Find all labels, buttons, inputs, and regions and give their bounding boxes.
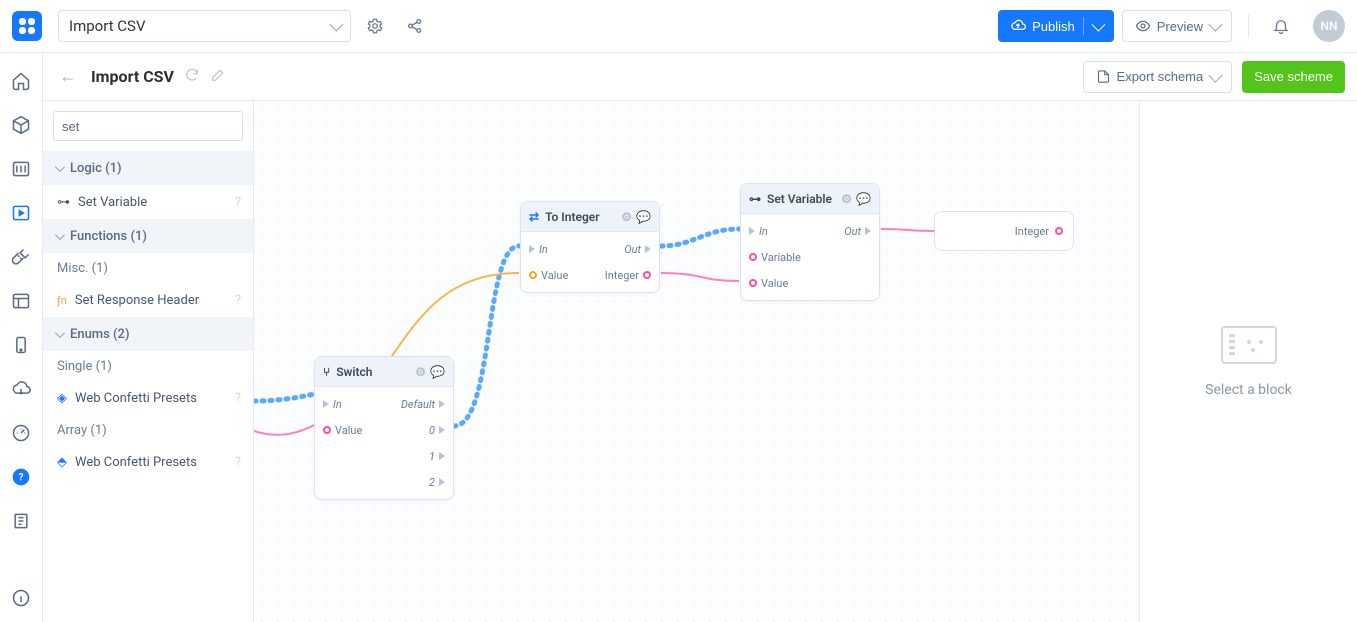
node-comment-icon[interactable]: 💬 (856, 192, 871, 206)
publish-button[interactable]: Publish (998, 10, 1114, 42)
diamond-icon: ◈ (57, 391, 67, 406)
help-icon: ? (235, 293, 241, 308)
node-title: Set Variable (767, 192, 832, 206)
block-palette: Logic (1) ⊶Set Variable ? Functions (1) … (43, 101, 254, 622)
help-icon: ? (235, 391, 241, 406)
node-settings-icon[interactable]: ⚙ (415, 365, 426, 379)
rail-layout-icon[interactable] (9, 289, 33, 313)
nav-rail: ? (0, 53, 43, 622)
palette-item-confetti-single[interactable]: ◈Web Confetti Presets ? (43, 381, 253, 415)
project-name: Import CSV (69, 17, 146, 35)
link-icon: ⊶ (57, 195, 70, 210)
sync-icon[interactable] (184, 67, 200, 87)
inspector-panel: Select a block (1139, 101, 1357, 622)
inspector-placeholder-text: Select a block (1205, 382, 1292, 398)
topbar: Import CSV Publish Preview NN (0, 0, 1357, 53)
rail-info-icon[interactable] (9, 586, 33, 610)
page-title: Import CSV (91, 67, 174, 86)
palette-item-set-response-header[interactable]: ƒnSet Response Header ? (43, 283, 253, 317)
convert-icon: ⇄ (529, 210, 539, 224)
back-button[interactable]: ← (55, 66, 81, 87)
rail-play-icon[interactable] (9, 201, 33, 225)
svg-text:?: ? (19, 472, 24, 483)
diamond-multi-icon: ⬘ (57, 455, 67, 470)
save-scheme-button[interactable]: Save scheme (1242, 61, 1345, 93)
palette-category-functions[interactable]: Functions (1) (43, 219, 253, 253)
settings-icon[interactable] (359, 10, 391, 42)
help-icon: ? (235, 455, 241, 470)
fn-icon: ƒn (57, 294, 67, 307)
share-icon[interactable] (399, 10, 431, 42)
palette-category-logic[interactable]: Logic (1) (43, 151, 253, 185)
publish-label: Publish (1032, 19, 1075, 34)
rail-book-icon[interactable] (9, 509, 33, 533)
node-title: To Integer (545, 210, 599, 224)
palette-subcat-array[interactable]: Array (1) (43, 415, 253, 445)
rail-cloud-icon[interactable] (9, 377, 33, 401)
page-header: ← Import CSV Export schema Save scheme (43, 53, 1357, 101)
rail-mobile-icon[interactable] (9, 333, 33, 357)
rail-gauge-icon[interactable] (9, 421, 33, 445)
preview-button[interactable]: Preview (1122, 10, 1232, 42)
node-settings-icon[interactable]: ⚙ (841, 192, 852, 206)
rail-help-icon[interactable]: ? (9, 465, 33, 489)
edit-icon[interactable] (210, 67, 226, 87)
result-label: Integer (1015, 225, 1049, 238)
chevron-down-icon (329, 18, 343, 32)
node-to-integer[interactable]: ⇄ To Integer ⚙💬 InOut ValueInteger (520, 201, 660, 293)
link-icon: ⊶ (749, 192, 761, 206)
palette-item-confetti-array[interactable]: ⬘Web Confetti Presets ? (43, 445, 253, 479)
node-title: Switch (336, 365, 372, 379)
user-avatar[interactable]: NN (1313, 10, 1345, 42)
rail-cube-icon[interactable] (9, 113, 33, 137)
node-comment-icon[interactable]: 💬 (430, 365, 445, 379)
node-comment-icon[interactable]: 💬 (636, 210, 651, 224)
export-schema-button[interactable]: Export schema (1083, 61, 1233, 93)
chevron-down-icon (1091, 18, 1105, 32)
node-settings-icon[interactable]: ⚙ (621, 210, 632, 224)
rail-board-icon[interactable] (9, 157, 33, 181)
palette-subcat-misc[interactable]: Misc. (1) (43, 253, 253, 283)
rail-plug-icon[interactable] (9, 245, 33, 269)
rail-home-icon[interactable] (9, 69, 33, 93)
palette-search-input[interactable] (53, 111, 243, 141)
palette-item-set-variable[interactable]: ⊶Set Variable ? (43, 185, 253, 219)
notifications-icon[interactable] (1265, 10, 1297, 42)
palette-subcat-single[interactable]: Single (1) (43, 351, 253, 381)
preview-label: Preview (1157, 19, 1203, 34)
app-logo[interactable] (12, 11, 42, 41)
chevron-down-icon (1208, 18, 1222, 32)
palette-category-enums[interactable]: Enums (2) (43, 317, 253, 351)
save-scheme-label: Save scheme (1254, 69, 1333, 84)
chevron-down-icon (1209, 68, 1223, 82)
inspector-placeholder-icon (1221, 326, 1277, 364)
branch-icon: ⑂ (323, 365, 330, 379)
node-set-variable[interactable]: ⊶ Set Variable ⚙💬 InOut Variable Value (740, 183, 880, 301)
node-result-integer[interactable]: Integer (934, 211, 1074, 251)
node-switch[interactable]: ⑂ Switch ⚙💬 InDefault Value0 1 2 (314, 356, 454, 500)
help-icon: ? (235, 195, 241, 210)
flow-canvas[interactable]: ⑂ Switch ⚙💬 InDefault Value0 1 2 (254, 101, 1139, 622)
export-schema-label: Export schema (1117, 69, 1204, 84)
project-select[interactable]: Import CSV (58, 10, 351, 42)
